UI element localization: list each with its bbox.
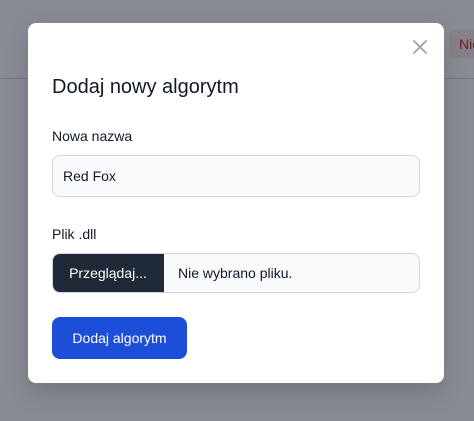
modal-title: Dodaj nowy algorytm — [52, 76, 239, 98]
add-algorithm-button[interactable]: Dodaj algorytm — [52, 317, 187, 359]
file-status-text: Nie wybrano pliku. — [178, 265, 293, 281]
file-input[interactable]: Przeglądaj... Nie wybrano pliku. — [52, 253, 420, 293]
file-field-label: Plik .dll — [52, 226, 97, 242]
add-algorithm-modal: Dodaj nowy algorytm Nowa nazwa Plik .dll… — [28, 23, 444, 383]
name-input[interactable] — [52, 155, 420, 197]
name-field-label: Nowa nazwa — [52, 128, 133, 144]
page: Nie Dodaj nowy algorytm Nowa nazwa Plik … — [0, 0, 474, 421]
close-icon — [413, 40, 427, 54]
browse-button[interactable]: Przeglądaj... — [53, 254, 164, 292]
close-button[interactable] — [408, 35, 432, 59]
